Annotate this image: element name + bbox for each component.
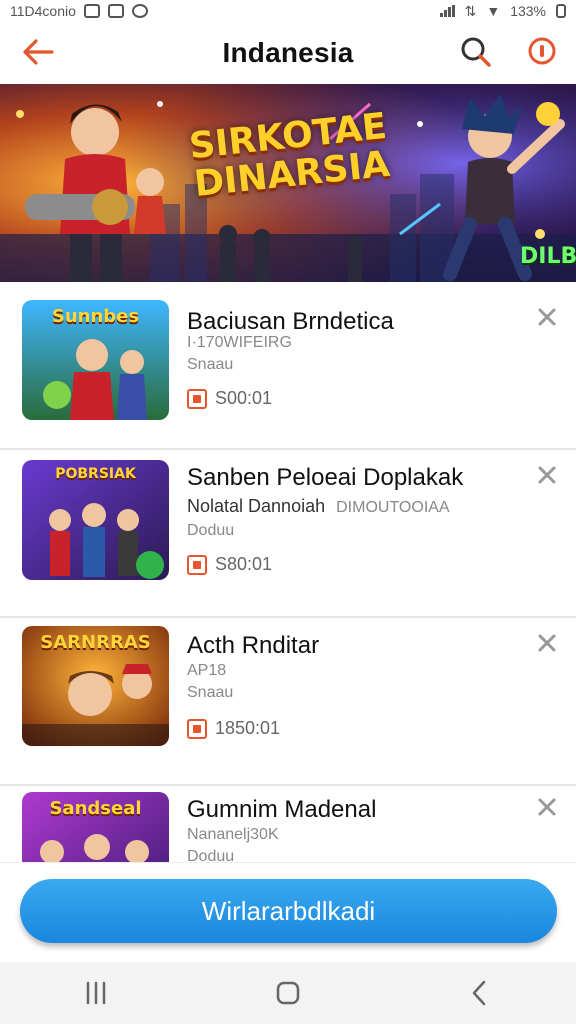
- game-thumbnail[interactable]: SARNRRAS: [22, 626, 169, 746]
- item-subtitle: Nolatal Dannoiah DIMOUTOOIAA: [187, 496, 450, 517]
- game-thumbnail[interactable]: Sunnbes: [22, 300, 169, 420]
- game-list: Sunnbes Baciusan Brndetica I·170WIFEIRG …: [0, 282, 576, 862]
- data-icon: ⇅: [464, 2, 477, 19]
- page-title: Indanesia: [222, 37, 354, 68]
- close-icon[interactable]: [536, 796, 558, 818]
- list-item[interactable]: Sunnbes Baciusan Brndetica I·170WIFEIRG …: [0, 282, 576, 450]
- item-subtitle-text: Nolatal Dannoiah: [187, 496, 326, 516]
- item-subtitle-tag: DIMOUTOOIAA: [336, 499, 450, 516]
- price-tag-icon: [187, 718, 207, 739]
- game-thumbnail[interactable]: POBRSIAK: [22, 460, 169, 580]
- price-tag-icon: [187, 388, 207, 409]
- app-bar: Indanesia: [0, 22, 576, 84]
- hero-banner[interactable]: SIRKOTAE DINARSIA DILB: [0, 84, 576, 282]
- item-price[interactable]: S00:01: [187, 388, 272, 409]
- banner-badge: DILB: [520, 244, 576, 269]
- status-right: ⇅ ▼ 133%: [439, 2, 566, 20]
- close-icon[interactable]: [536, 464, 558, 486]
- close-icon[interactable]: [536, 306, 558, 328]
- item-price[interactable]: 1850:01: [187, 718, 280, 739]
- item-title: Acth Rnditar: [187, 632, 320, 659]
- wifi-icon: ▼: [486, 3, 501, 19]
- back-arrow-icon[interactable]: [18, 32, 58, 72]
- battery-icon: [556, 4, 566, 18]
- item-subtitle: I·170WIFEIRG: [187, 334, 292, 351]
- thumbnail-title: Sandseal: [49, 798, 142, 819]
- battery-text: 133%: [510, 3, 546, 19]
- lock-icon: [107, 4, 124, 18]
- back-icon[interactable]: [460, 973, 500, 1013]
- more-icon[interactable]: [525, 34, 559, 68]
- item-category: Snaau: [187, 356, 234, 373]
- recents-icon[interactable]: [76, 973, 116, 1013]
- list-item[interactable]: POBRSIAK Sanben Peloeai Doplakak Nolatal…: [0, 450, 576, 618]
- search-icon[interactable]: [458, 34, 494, 70]
- item-title: Baciusan Brndetica: [187, 308, 394, 335]
- bottom-panel: Wirlararbdlkadi: [0, 862, 576, 962]
- thumbnail-title: POBRSIAK: [55, 466, 136, 482]
- notification-icon: [83, 4, 100, 18]
- price-value: 1850:01: [215, 718, 281, 738]
- item-category: Snaau: [187, 684, 234, 701]
- game-thumbnail[interactable]: Sandseal: [22, 792, 169, 862]
- item-title: Sanben Peloeai Doplakak: [187, 464, 464, 491]
- list-item[interactable]: Sandseal Gumnim Madenal Nananelj30K Dodu…: [0, 786, 576, 862]
- system-nav-bar: [0, 962, 576, 1024]
- item-category: Doduu: [187, 848, 235, 862]
- app-notification-icon: [131, 4, 148, 18]
- item-subtitle: AP18: [187, 662, 227, 679]
- signal-icon: [439, 5, 455, 17]
- price-value: S80:01: [215, 554, 273, 574]
- price-tag-icon: [187, 554, 207, 575]
- status-text: 11D4conio: [10, 3, 76, 19]
- list-item[interactable]: SARNRRAS Acth Rnditar AP18 Snaau 1850:01: [0, 618, 576, 786]
- item-category: Doduu: [187, 522, 235, 539]
- close-icon[interactable]: [536, 632, 558, 654]
- thumbnail-title: Sunnbes: [51, 306, 140, 327]
- primary-action-button[interactable]: Wirlararbdlkadi: [20, 879, 557, 943]
- status-bar: 11D4conio ⇅ ▼ 133%: [0, 0, 576, 22]
- item-subtitle: Nananelj30K: [187, 826, 279, 843]
- item-title: Gumnim Madenal: [187, 796, 377, 823]
- status-left: 11D4conio: [10, 3, 148, 19]
- home-icon[interactable]: [268, 973, 308, 1013]
- price-value: S00:01: [215, 388, 273, 408]
- thumbnail-title: SARNRRAS: [40, 632, 151, 653]
- item-price[interactable]: S80:01: [187, 554, 272, 575]
